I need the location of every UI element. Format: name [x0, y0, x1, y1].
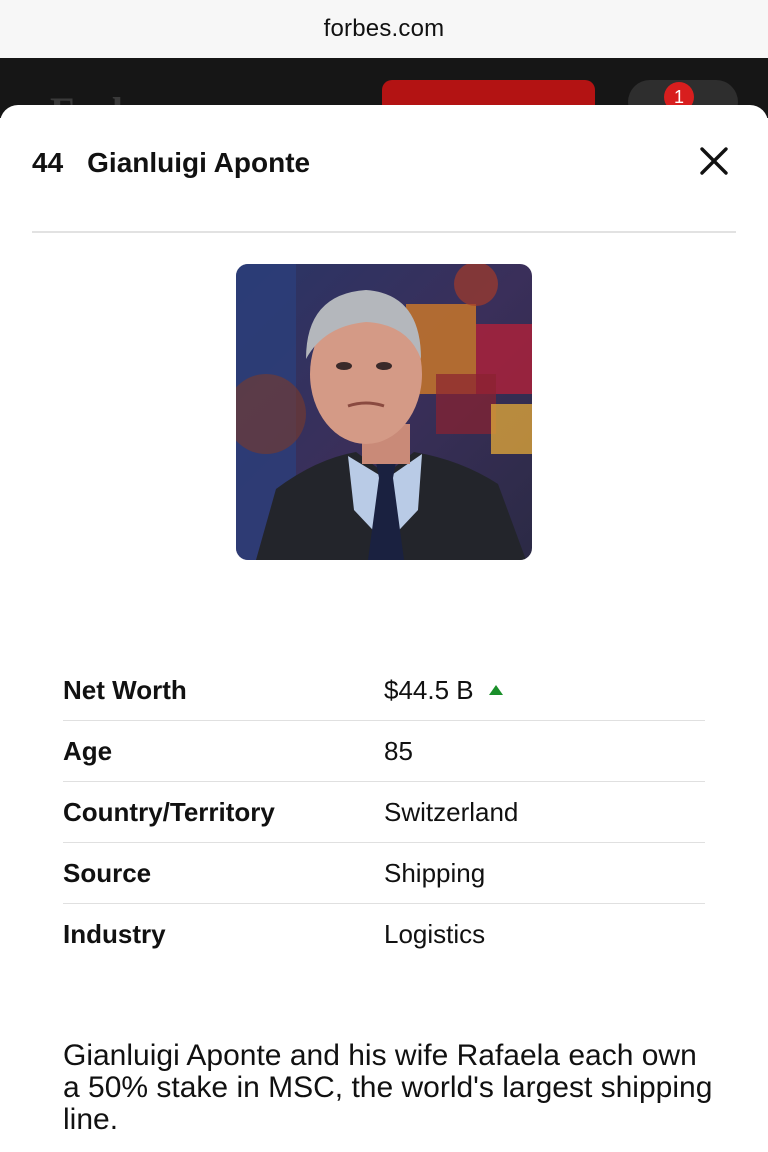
stat-label: Age	[63, 735, 113, 766]
stat-label: Net Worth	[63, 674, 187, 705]
net-worth-value: $44.5 B	[384, 675, 504, 706]
stat-row-net-worth: Net Worth $44.5 B	[63, 660, 705, 721]
stat-label: Source	[63, 857, 152, 888]
person-name: Gianluigi Aponte	[87, 147, 311, 178]
close-button[interactable]	[696, 143, 732, 179]
stats-table: Net Worth $44.5 B Age 85 Country/Territo…	[63, 660, 705, 965]
stat-value: 85	[384, 735, 413, 766]
rank-number: 44	[32, 147, 64, 178]
header-divider	[32, 231, 736, 233]
stat-label: Industry	[63, 919, 166, 949]
bio-text: Gianluigi Aponte and his wife Rafaela ea…	[63, 1039, 713, 1136]
url-text: forbes.com	[323, 15, 445, 42]
modal-header: 44 Gianluigi Aponte	[32, 143, 738, 183]
stat-row-age: Age 85	[63, 721, 705, 782]
triangle-up-icon	[488, 685, 503, 695]
stat-label: Country/Territory	[63, 796, 275, 827]
browser-url-bar[interactable]: forbes.com	[0, 0, 768, 58]
close-icon	[700, 147, 728, 175]
profile-modal: 44 Gianluigi Aponte Net Worth $44.5 B Ag…	[0, 105, 768, 1152]
stat-value: Switzerland	[384, 796, 519, 827]
portrait-image	[236, 264, 532, 560]
stat-value: Shipping	[384, 857, 486, 888]
stat-row-source: Source Shipping	[63, 843, 705, 904]
stat-value: Logistics	[384, 919, 486, 949]
stat-row-industry: Industry Logistics	[63, 904, 705, 965]
stat-row-country: Country/Territory Switzerland	[63, 782, 705, 843]
stat-value: $44.5 B	[384, 674, 474, 705]
